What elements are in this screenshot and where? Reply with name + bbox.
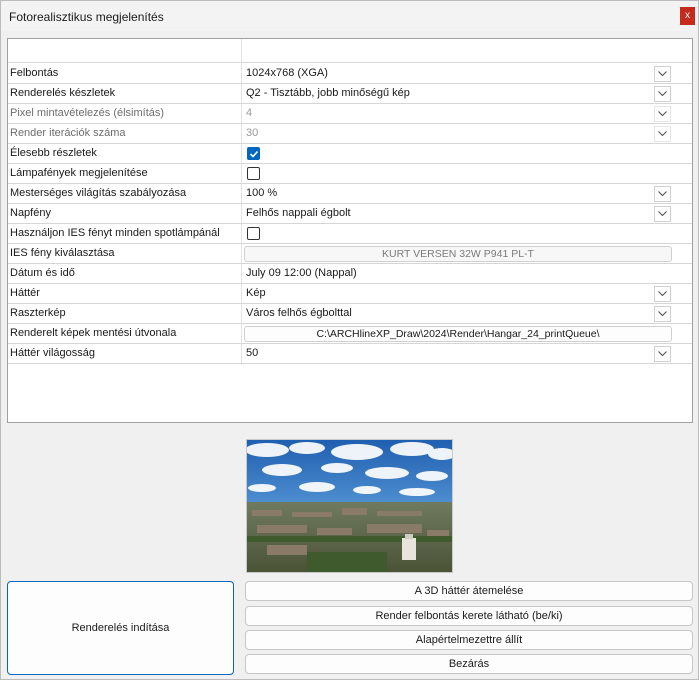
property-dropdown-value[interactable]: 100 % <box>246 187 277 199</box>
property-row: Mesterséges világítás szabályozása 100 % <box>8 184 692 204</box>
chevron-down-icon <box>654 126 671 142</box>
chevron-down-icon[interactable] <box>654 206 671 222</box>
transfer-3d-background-button[interactable]: A 3D háttér átemelése <box>245 581 693 601</box>
property-row: Render iterációk száma 30 <box>8 124 692 144</box>
chevron-down-icon[interactable] <box>654 286 671 302</box>
chevron-down-icon[interactable] <box>654 66 671 82</box>
city-skyline-image <box>247 440 452 572</box>
property-dropdown-value[interactable]: Kép <box>246 287 266 299</box>
start-render-button[interactable]: Renderelés indítása <box>7 581 234 675</box>
toggle-render-frame-button[interactable]: Render felbontás kerete látható (be/ki) <box>245 606 693 626</box>
property-dropdown-value: 4 <box>246 107 253 119</box>
reset-default-button[interactable]: Alapértelmezettre állít <box>245 630 693 650</box>
background-preview-image <box>246 439 453 573</box>
property-row: Pixel mintavételezés (élsimítás) 4 <box>8 104 692 124</box>
property-label: Élesebb részletek <box>10 147 97 159</box>
property-grid: Felbontás 1024x768 (XGA) Renderelés készle… <box>7 38 693 423</box>
property-label: Pixel mintavételezés (élsimítás) <box>10 107 165 119</box>
property-label: Napfény <box>10 207 51 219</box>
property-label: Dátum és idő <box>10 267 75 279</box>
property-dropdown-value[interactable]: 50 <box>246 347 258 359</box>
property-row: Lámpafények megjelenítése <box>8 164 692 184</box>
property-label: Lámpafények megjelenítése <box>10 167 148 179</box>
property-row: Felbontás 1024x768 (XGA) <box>8 64 692 84</box>
property-label: Renderelés készletek <box>10 87 116 99</box>
property-row: Napfény Felhős nappali égbolt <box>8 204 692 224</box>
chevron-down-icon[interactable] <box>654 346 671 362</box>
property-checkbox[interactable] <box>247 147 260 160</box>
property-label: Felbontás <box>10 67 59 79</box>
chevron-down-icon[interactable] <box>654 86 671 102</box>
render-dialog: Fotorealisztikus megjelenítés x Felbontá… <box>0 0 699 680</box>
property-row: Renderelt képek mentési útvonala C:\ARCHl… <box>8 324 692 344</box>
property-row: IES fény kiválasztása KURT VERSEN 32W P94… <box>8 244 692 264</box>
property-row: Élesebb részletek <box>8 144 692 164</box>
property-label: Háttér világosság <box>10 347 95 359</box>
property-dropdown-value: 30 <box>246 127 259 139</box>
property-dropdown-value[interactable]: 1024x768 (XGA) <box>246 67 328 79</box>
property-field-button[interactable]: C:\ARCHlineXP_Draw\2024\Render\Hangar_24… <box>244 326 672 342</box>
property-row: Raszterkép Város felhős égbolttal <box>8 304 692 324</box>
close-window-button[interactable]: x <box>680 7 695 25</box>
property-text-value[interactable]: July 09 12:00 (Nappal) <box>246 267 357 279</box>
close-button[interactable]: Bezárás <box>245 654 693 674</box>
property-row: Háttér Kép <box>8 284 692 304</box>
property-row: Dátum és idő July 09 12:00 (Nappal) <box>8 264 692 284</box>
chevron-down-icon[interactable] <box>654 186 671 202</box>
property-row: Használjon IES fényt minden spotlámpánál <box>8 224 692 244</box>
chevron-down-icon <box>654 106 671 122</box>
property-label: Használjon IES fényt minden spotlámpánál <box>10 227 220 239</box>
property-dropdown-value[interactable]: Q2 - Tisztább, jobb minőségű kép <box>246 87 410 99</box>
property-label: Renderelt képek mentési útvonala <box>10 327 177 339</box>
property-checkbox[interactable] <box>247 227 260 240</box>
property-label: Render iterációk száma <box>10 127 126 139</box>
property-row: Háttér világosság 50 <box>8 344 692 364</box>
property-checkbox[interactable] <box>247 167 260 180</box>
property-grid-header <box>8 39 692 63</box>
property-label: IES fény kiválasztása <box>10 247 115 259</box>
property-label: Mesterséges világítás szabályozása <box>10 187 187 199</box>
property-row: Renderelés készletek Q2 - Tisztább, jobb … <box>8 84 692 104</box>
dialog-title: Fotorealisztikus megjelenítés <box>9 10 164 24</box>
property-field-button[interactable]: KURT VERSEN 32W P941 PL-T <box>244 246 672 262</box>
property-dropdown-value[interactable]: Felhős nappali égbolt <box>246 207 351 219</box>
property-label: Háttér <box>10 287 40 299</box>
property-label: Raszterkép <box>10 307 66 319</box>
property-dropdown-value[interactable]: Város felhős égbolttal <box>246 307 352 319</box>
chevron-down-icon[interactable] <box>654 306 671 322</box>
title-bar: Fotorealisztikus megjelenítés x <box>1 1 698 31</box>
